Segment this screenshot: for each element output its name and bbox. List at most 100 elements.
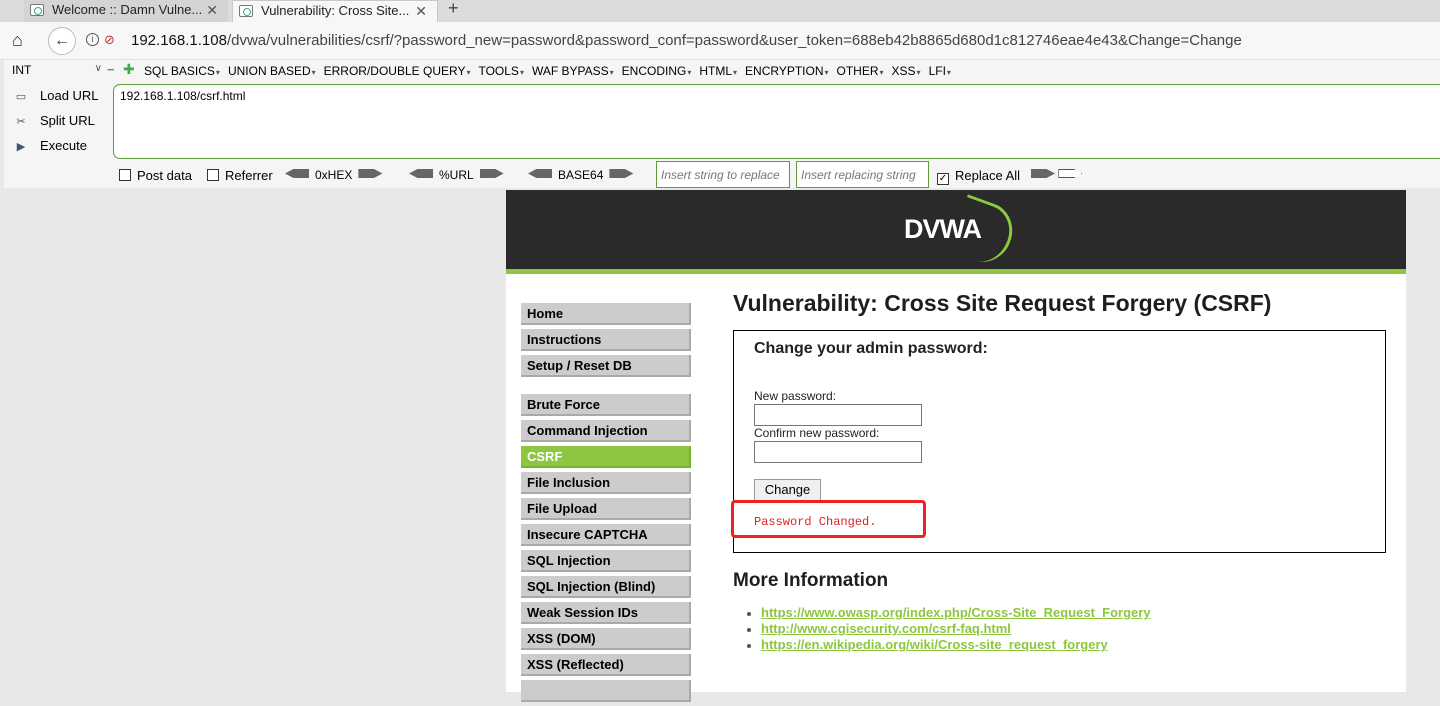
replacing-string-input[interactable]: Insert replacing string bbox=[796, 161, 929, 188]
checkbox-box bbox=[207, 169, 219, 181]
hackbar-url-textarea[interactable]: 192.168.1.108/csrf.html bbox=[113, 84, 1440, 159]
url-encoder: %URL bbox=[409, 168, 504, 182]
status-message: Password Changed. bbox=[754, 515, 877, 529]
page-icon bbox=[239, 5, 253, 17]
close-icon[interactable]: ✕ bbox=[415, 1, 427, 21]
list-item: https://www.owasp.org/index.php/Cross-Si… bbox=[761, 605, 1151, 620]
dvwa-page: DVWA Home Instructions Setup / Reset DB … bbox=[506, 190, 1406, 702]
post-data-checkbox[interactable]: Post data bbox=[119, 168, 192, 183]
new-password-label: New password: bbox=[754, 389, 837, 403]
hackbar-menu: INT ∨ − ✚ SQL BASICS UNION BASED ERROR/DOUB… bbox=[4, 60, 1440, 82]
hackbar-menu-items: SQL BASICS UNION BASED ERROR/DOUBLE QUERY T… bbox=[144, 64, 959, 78]
confirm-password-input[interactable] bbox=[754, 441, 922, 463]
select-value: INT bbox=[12, 63, 32, 77]
back-arrow-icon[interactable]: ← bbox=[48, 27, 76, 55]
arrow-left-icon[interactable] bbox=[285, 169, 309, 178]
menu-instructions[interactable]: Instructions bbox=[521, 329, 691, 351]
dvwa-header: DVWA bbox=[506, 190, 1406, 274]
arrow-right-outline-icon[interactable] bbox=[1058, 169, 1083, 178]
arrow-right-icon[interactable] bbox=[479, 169, 504, 178]
confirm-password-label: Confirm new password: bbox=[754, 426, 880, 440]
arrow-right-icon[interactable] bbox=[358, 169, 383, 178]
replace-arrows bbox=[1031, 168, 1083, 182]
hackbar-panel: INT ∨ − ✚ SQL BASICS UNION BASED ERROR/DOUB… bbox=[4, 60, 1440, 188]
list-item: http://www.cgisecurity.com/csrf-faq.html bbox=[761, 621, 1151, 636]
menu-union-based[interactable]: UNION BASED bbox=[228, 64, 316, 78]
int-select[interactable]: INT ∨ bbox=[12, 63, 104, 79]
menu-file-upload[interactable]: File Upload bbox=[521, 498, 691, 520]
arrow-left-icon[interactable] bbox=[409, 169, 433, 178]
menu-lfi[interactable]: LFI bbox=[929, 64, 951, 78]
tab-dvwa-welcome[interactable]: Welcome :: Damn Vulne... ✕ bbox=[24, 0, 228, 22]
menu-xss[interactable]: XSS bbox=[892, 64, 921, 78]
split-url-button[interactable]: ✂ Split URL bbox=[12, 113, 95, 128]
insecure-lock-icon: ⊘ bbox=[104, 32, 115, 47]
menu-sql-basics[interactable]: SQL BASICS bbox=[144, 64, 220, 78]
menu-setup[interactable]: Setup / Reset DB bbox=[521, 355, 691, 377]
menu-xss-reflected[interactable]: XSS (Reflected) bbox=[521, 654, 691, 676]
wikipedia-link[interactable]: https://en.wikipedia.org/wiki/Cross-site… bbox=[761, 637, 1108, 652]
play-icon: ▶ bbox=[16, 141, 26, 153]
owasp-link[interactable]: https://www.owasp.org/index.php/Cross-Si… bbox=[761, 605, 1151, 620]
replace-all-checkbox[interactable]: ✓ Replace All bbox=[937, 168, 1020, 185]
page-background bbox=[0, 188, 506, 692]
execute-label: Execute bbox=[40, 138, 87, 153]
menu-xss-dom[interactable]: XSS (DOM) bbox=[521, 628, 691, 650]
insert-string-input[interactable]: Insert string to replace bbox=[656, 161, 790, 188]
new-tab-icon[interactable]: + bbox=[448, 0, 459, 19]
split-url-label: Split URL bbox=[40, 113, 95, 128]
checkbox-checked: ✓ bbox=[937, 173, 949, 185]
logo-swoosh bbox=[947, 194, 1021, 270]
page-icon bbox=[30, 4, 44, 16]
menu-waf-bypass[interactable]: WAF BYPASS bbox=[532, 64, 614, 78]
menu-other[interactable]: OTHER bbox=[837, 64, 884, 78]
menu-home[interactable]: Home bbox=[521, 303, 691, 325]
referrer-label: Referrer bbox=[225, 168, 273, 183]
menu-brute-force[interactable]: Brute Force bbox=[521, 394, 691, 416]
arrow-right-icon[interactable] bbox=[1031, 169, 1055, 178]
change-button[interactable]: Change bbox=[754, 479, 821, 501]
menu-encryption[interactable]: ENCRYPTION bbox=[745, 64, 828, 78]
address-bar[interactable]: 192.168.1.108/dvwa/vulnerabilities/csrf/… bbox=[131, 32, 1242, 49]
menu-insecure-captcha[interactable]: Insecure CAPTCHA bbox=[521, 524, 691, 546]
arrow-right-icon[interactable] bbox=[609, 169, 634, 178]
menu-sql-injection-blind[interactable]: SQL Injection (Blind) bbox=[521, 576, 691, 598]
url-path: /dvwa/vulnerabilities/csrf/?password_new… bbox=[226, 32, 1242, 49]
base64-label: BASE64 bbox=[558, 168, 604, 182]
menu-csrf[interactable]: CSRF bbox=[521, 446, 691, 468]
menu-tools[interactable]: TOOLS bbox=[478, 64, 523, 78]
menu-weak-session-ids[interactable]: Weak Session IDs bbox=[521, 602, 691, 624]
csrf-form-box: Change your admin password: New password… bbox=[731, 330, 1386, 553]
scissors-icon: ✂ bbox=[16, 116, 26, 128]
base64-encoder: BASE64 bbox=[528, 168, 634, 182]
chevron-down-icon: ∨ bbox=[94, 63, 102, 74]
cgisecurity-link[interactable]: http://www.cgisecurity.com/csrf-faq.html bbox=[761, 621, 1011, 636]
dvwa-sidebar: Home Instructions Setup / Reset DB Brute… bbox=[521, 303, 691, 706]
close-icon[interactable]: ✕ bbox=[206, 0, 218, 20]
load-url-label: Load URL bbox=[40, 88, 99, 103]
menu-html[interactable]: HTML bbox=[699, 64, 737, 78]
arrow-left-icon[interactable] bbox=[528, 169, 552, 178]
hackbar-options: Post data Referrer 0xHEX %URL BASE64 Ins… bbox=[4, 160, 1440, 188]
menu-sql-injection[interactable]: SQL Injection bbox=[521, 550, 691, 572]
menu-encoding[interactable]: ENCODING bbox=[622, 64, 692, 78]
main-content: Vulnerability: Cross Site Request Forger… bbox=[731, 290, 1386, 652]
menu-item-cutoff[interactable] bbox=[521, 680, 691, 702]
new-password-input[interactable] bbox=[754, 404, 922, 426]
minus-icon[interactable]: − bbox=[107, 62, 115, 77]
load-url-button[interactable]: ▭ Load URL bbox=[12, 88, 99, 103]
menu-error-double-query[interactable]: ERROR/DOUBLE QUERY bbox=[324, 64, 471, 78]
home-icon[interactable]: ⌂ bbox=[12, 30, 23, 51]
load-icon: ▭ bbox=[15, 91, 27, 103]
tab-csrf[interactable]: Vulnerability: Cross Site... ✕ bbox=[232, 0, 438, 22]
menu-command-injection[interactable]: Command Injection bbox=[521, 420, 691, 442]
list-item: https://en.wikipedia.org/wiki/Cross-site… bbox=[761, 637, 1151, 652]
referrer-checkbox[interactable]: Referrer bbox=[207, 168, 273, 183]
hex-label: 0xHEX bbox=[315, 168, 353, 182]
info-icon[interactable]: i bbox=[86, 33, 99, 46]
tab-bar: Welcome :: Damn Vulne... ✕ Vulnerability… bbox=[0, 0, 1440, 22]
more-information-links: https://www.owasp.org/index.php/Cross-Si… bbox=[761, 605, 1151, 653]
plus-icon[interactable]: ✚ bbox=[123, 61, 135, 78]
execute-button[interactable]: ▶ Execute bbox=[12, 138, 87, 153]
menu-file-inclusion[interactable]: File Inclusion bbox=[521, 472, 691, 494]
